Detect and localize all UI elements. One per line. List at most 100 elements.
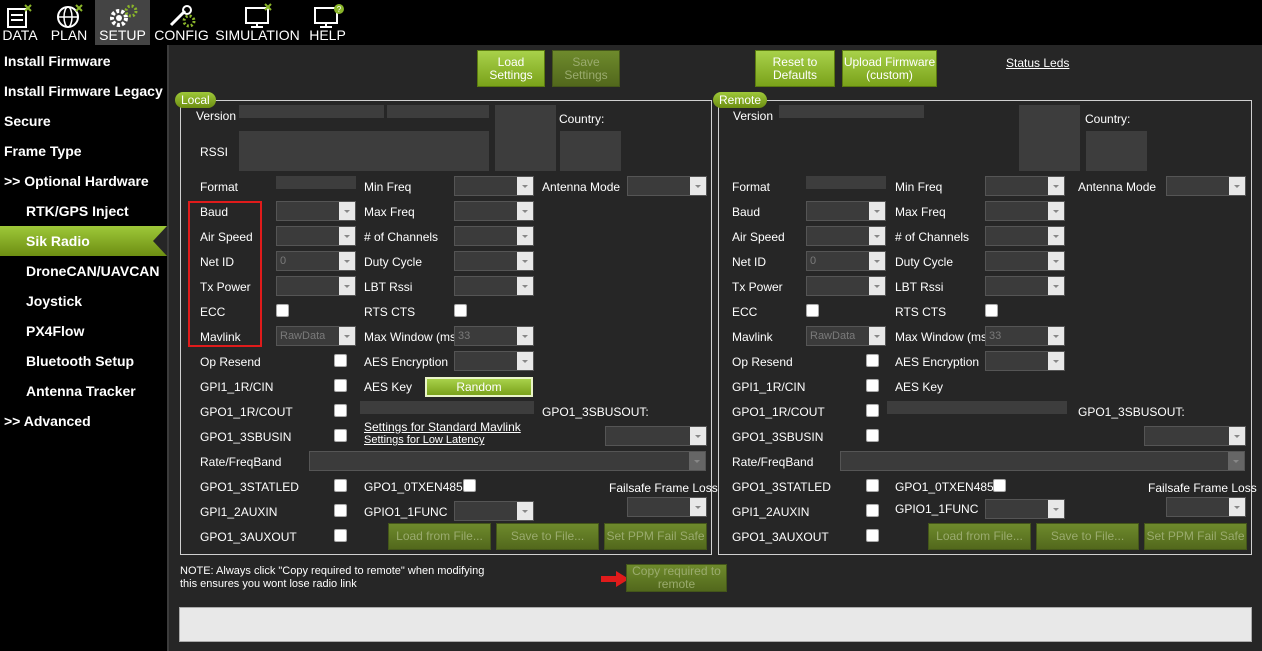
- local-max-window-select[interactable]: 33: [454, 326, 534, 346]
- local-aes-key-field[interactable]: [360, 401, 534, 414]
- local-air-speed-select[interactable]: [276, 226, 356, 246]
- sidebar-item-rtk-gps-inject[interactable]: RTK/GPS Inject: [0, 196, 167, 226]
- random-key-button[interactable]: Random: [425, 377, 533, 397]
- remote-aes-key-field[interactable]: [887, 401, 1067, 414]
- local-tx-power-select[interactable]: [276, 276, 356, 296]
- local-load-from-file-button[interactable]: Load from File...: [388, 523, 491, 550]
- note-line-2: this ensures you wont lose radio link: [180, 578, 357, 590]
- menu-config[interactable]: CONFIG: [154, 0, 209, 45]
- settings-standard-mavlink-link[interactable]: Settings for Standard Mavlink: [364, 420, 521, 434]
- local-failsafe-label: Failsafe Frame Loss: [609, 481, 718, 495]
- local-gpo1-3sbusout-select[interactable]: [605, 426, 707, 446]
- local-max-window-label: Max Window (ms): [364, 330, 461, 344]
- remote-gpo1-3sbusout-select[interactable]: [1144, 426, 1246, 446]
- remote-max-freq-select[interactable]: [985, 201, 1065, 221]
- sidebar-item-secure[interactable]: Secure: [0, 106, 167, 136]
- remote-duty-cycle-select[interactable]: [985, 251, 1065, 271]
- remote-gpo1-3sbusout-label: GPO1_3SBUSOUT:: [1078, 405, 1185, 419]
- menu-setup[interactable]: SETUP: [95, 0, 150, 45]
- remote-max-freq-label: Max Freq: [895, 205, 946, 219]
- note-line-1: NOTE: Always click "Copy required to rem…: [180, 565, 485, 577]
- sidebar-item-bluetooth-setup[interactable]: Bluetooth Setup: [0, 346, 167, 376]
- menu-help[interactable]: ? HELP: [305, 0, 350, 45]
- remote-max-window-select[interactable]: 33: [985, 326, 1065, 346]
- local-channels-select[interactable]: [454, 226, 534, 246]
- save-settings-button[interactable]: Save Settings: [552, 50, 620, 87]
- remote-gpi1-1r-cin-checkbox[interactable]: [866, 379, 879, 392]
- local-gpo1-0txen485-checkbox[interactable]: [463, 479, 476, 492]
- load-settings-button[interactable]: Load Settings: [477, 50, 545, 87]
- menu-data[interactable]: DATA: [0, 0, 40, 45]
- local-gpio1-1func-select[interactable]: [454, 501, 534, 521]
- remote-op-resend-checkbox[interactable]: [866, 354, 879, 367]
- local-min-freq-select[interactable]: [454, 176, 534, 196]
- remote-tx-power-select[interactable]: [806, 276, 886, 296]
- reset-defaults-button[interactable]: Reset to Defaults: [755, 50, 835, 87]
- remote-air-speed-select[interactable]: [806, 226, 886, 246]
- local-failsafe-select[interactable]: [627, 497, 707, 517]
- local-gpo1-1r-cout-checkbox[interactable]: [334, 404, 347, 417]
- remote-mavlink-select[interactable]: RawData: [806, 326, 886, 346]
- local-lbt-rssi-select[interactable]: [454, 276, 534, 296]
- menu-plan[interactable]: PLAN: [48, 0, 90, 45]
- upload-firmware-button[interactable]: Upload Firmware (custom): [842, 50, 937, 87]
- copy-required-to-remote-button[interactable]: Copy required to remote: [626, 564, 727, 592]
- local-max-freq-select[interactable]: [454, 201, 534, 221]
- local-antenna-mode-select[interactable]: [627, 176, 707, 196]
- remote-antenna-mode-select[interactable]: [1166, 176, 1246, 196]
- remote-failsafe-select[interactable]: [1166, 497, 1246, 517]
- sidebar-item-joystick[interactable]: Joystick: [0, 286, 167, 316]
- remote-gpo1-3sbusin-checkbox[interactable]: [866, 429, 879, 442]
- remote-aes-encryption-select[interactable]: [985, 351, 1065, 371]
- remote-lbt-rssi-select[interactable]: [985, 276, 1065, 296]
- local-net-id-stepper[interactable]: 0: [276, 251, 356, 271]
- local-gpi1-2auxin-checkbox[interactable]: [334, 504, 347, 517]
- remote-set-ppm-failsafe-button[interactable]: Set PPM Fail Safe: [1144, 523, 1247, 550]
- local-save-to-file-button[interactable]: Save to File...: [496, 523, 599, 550]
- sidebar-item-install-firmware[interactable]: Install Firmware: [0, 46, 167, 76]
- remote-rts-cts-checkbox[interactable]: [985, 304, 998, 317]
- remote-gpo1-1r-cout-checkbox[interactable]: [866, 404, 879, 417]
- remote-gpo1-0txen485-checkbox[interactable]: [993, 479, 1006, 492]
- sidebar-item-optional-hardware[interactable]: >> Optional Hardware: [0, 166, 167, 196]
- remote-baud-select[interactable]: [806, 201, 886, 221]
- local-rts-cts-checkbox[interactable]: [454, 304, 467, 317]
- sidebar-item-antenna-tracker[interactable]: Antenna Tracker: [0, 376, 167, 406]
- sidebar-item-px4flow[interactable]: PX4Flow: [0, 316, 167, 346]
- remote-gpo1-3statled-checkbox[interactable]: [866, 479, 879, 492]
- local-ecc-checkbox[interactable]: [276, 304, 289, 317]
- local-gpi1-2auxin-label: GPI1_2AUXIN: [200, 505, 278, 519]
- sidebar-item-frame-type[interactable]: Frame Type: [0, 136, 167, 166]
- local-rate-freqband-select[interactable]: [309, 451, 706, 471]
- sidebar-item-sik-radio[interactable]: Sik Radio: [0, 226, 167, 256]
- local-gpo1-3auxout-checkbox[interactable]: [334, 529, 347, 542]
- status-leds-link[interactable]: Status Leds: [1006, 56, 1069, 70]
- remote-ecc-checkbox[interactable]: [806, 304, 819, 317]
- remote-channels-select[interactable]: [985, 226, 1065, 246]
- remote-gpi1-2auxin-checkbox[interactable]: [866, 504, 879, 517]
- remote-min-freq-select[interactable]: [985, 176, 1065, 196]
- local-duty-cycle-select[interactable]: [454, 251, 534, 271]
- menu-simulation[interactable]: SIMULATION: [215, 0, 300, 45]
- remote-gpo1-3auxout-checkbox[interactable]: [866, 529, 879, 542]
- remote-net-id-stepper[interactable]: 0: [806, 251, 886, 271]
- local-gpi1-1r-cin-checkbox[interactable]: [334, 379, 347, 392]
- remote-rate-freqband-select[interactable]: [840, 451, 1245, 471]
- local-set-ppm-failsafe-button[interactable]: Set PPM Fail Safe: [604, 523, 707, 550]
- remote-load-from-file-button[interactable]: Load from File...: [928, 523, 1031, 550]
- remote-lbt-rssi-label: LBT Rssi: [895, 280, 944, 294]
- local-aes-encryption-select[interactable]: [454, 351, 534, 371]
- local-op-resend-checkbox[interactable]: [334, 354, 347, 367]
- sidebar-item-dronecan[interactable]: DroneCAN/UAVCAN: [0, 256, 167, 286]
- remote-save-to-file-button[interactable]: Save to File...: [1036, 523, 1139, 550]
- sidebar-item-advanced[interactable]: >> Advanced: [0, 406, 167, 436]
- settings-low-latency-link[interactable]: Settings for Low Latency: [364, 434, 484, 446]
- local-aes-key-label: AES Key: [364, 380, 413, 394]
- remote-gpio1-1func-select[interactable]: [985, 499, 1065, 519]
- remote-duty-cycle-label: Duty Cycle: [895, 255, 954, 269]
- sidebar-item-install-firmware-legacy[interactable]: Install Firmware Legacy: [0, 76, 167, 106]
- local-baud-select[interactable]: [276, 201, 356, 221]
- local-gpo1-3statled-checkbox[interactable]: [334, 479, 347, 492]
- local-gpo1-3sbusin-checkbox[interactable]: [334, 429, 347, 442]
- local-mavlink-select[interactable]: RawData: [276, 326, 356, 346]
